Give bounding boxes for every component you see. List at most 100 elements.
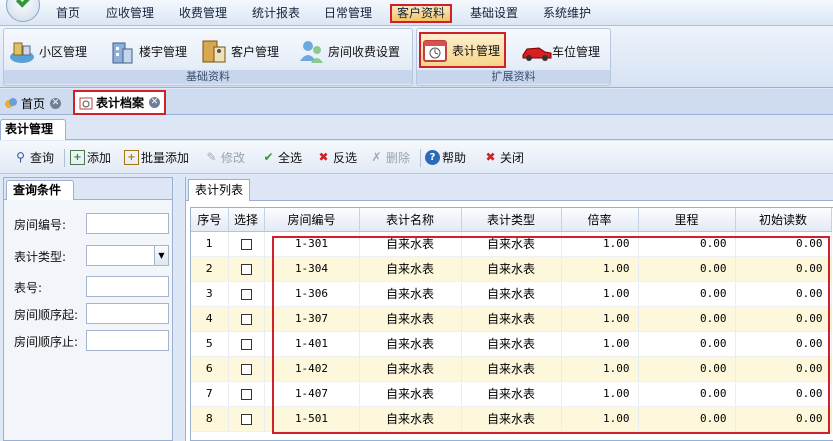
help-icon: ? — [425, 150, 440, 165]
column-header[interactable]: 表计类型 — [461, 208, 562, 232]
toolbar-separator — [64, 149, 65, 167]
menu-system[interactable]: 系统维护 — [537, 4, 597, 23]
row-checkbox[interactable] — [240, 388, 252, 400]
cell-no: 4 — [191, 306, 229, 332]
room-number-input[interactable] — [86, 213, 169, 234]
menu-home[interactable]: 首页 — [50, 4, 86, 23]
panel-tabbar: 表计管理 — [0, 116, 833, 140]
meter-type-select[interactable]: ▼ — [86, 245, 169, 266]
meter-icon — [421, 36, 449, 64]
cell-rate: 1.00 — [561, 306, 639, 332]
cell-no: 6 — [191, 356, 229, 382]
menu-customer-data[interactable]: 客户资料 — [390, 4, 452, 23]
search-button[interactable]: ⚲ 查询 — [13, 149, 54, 166]
tab-meter-list[interactable]: 表计列表 — [188, 179, 250, 201]
table-row[interactable]: 3 1-306 自来水表 自来水表 1.00 0.00 0.00 — [191, 281, 832, 307]
search-icon: ⚲ — [16, 150, 25, 164]
menu-daily[interactable]: 日常管理 — [318, 4, 378, 23]
row-select-cell — [228, 281, 265, 307]
room-fee-button-label: 房间收费设置 — [328, 44, 401, 59]
invert-select-button[interactable]: ✖ 反选 — [316, 149, 357, 166]
room-fee-button[interactable]: 房间收费设置 — [297, 35, 400, 67]
table-header-row: 序号 选择 房间编号 表计名称 表计类型 倍率 里程 初始读数 — [191, 208, 832, 232]
menu-charges[interactable]: 收费管理 — [173, 4, 233, 23]
column-header[interactable]: 序号 — [191, 208, 229, 232]
tab-home-close-icon[interactable]: ✕ — [50, 97, 62, 109]
tab-home[interactable]: 首页 ✕ — [4, 92, 62, 114]
customer-button[interactable]: 客户管理 — [200, 35, 279, 67]
room-number-label: 房间编号: — [14, 218, 67, 232]
chevron-down-icon[interactable]: ▼ — [154, 246, 168, 265]
column-header[interactable]: 选择 — [228, 208, 265, 232]
column-header[interactable]: 里程 — [638, 208, 736, 232]
cell-name: 自来水表 — [359, 331, 462, 357]
meter-number-input[interactable] — [86, 276, 169, 297]
tab-meter-archive[interactable]: 表计档案 ✕ — [73, 90, 167, 115]
cell-mileage: 0.00 — [638, 281, 736, 307]
cell-rate: 1.00 — [561, 331, 639, 357]
cell-type: 自来水表 — [461, 381, 562, 407]
cell-mileage: 0.00 — [638, 331, 736, 357]
edit-button[interactable]: ✎ 修改 — [204, 149, 245, 166]
cell-mileage: 0.00 — [638, 231, 736, 257]
delete-button[interactable]: ✗ 删除 — [369, 149, 410, 166]
cell-type: 自来水表 — [461, 306, 562, 332]
row-select-cell — [228, 306, 265, 332]
column-header[interactable]: 房间编号 — [264, 208, 360, 232]
row-checkbox[interactable] — [240, 263, 252, 275]
invert-select-icon: ✖ — [318, 150, 329, 164]
room-order-start-label: 房间顺序起: — [14, 308, 79, 322]
batch-add-button[interactable]: + 批量添加 — [124, 149, 189, 166]
row-checkbox[interactable] — [240, 238, 252, 250]
delete-button-label: 删除 — [386, 151, 411, 165]
cell-name: 自来水表 — [359, 306, 462, 332]
row-checkbox[interactable] — [240, 363, 252, 375]
cell-room: 1-306 — [264, 281, 360, 307]
community-button[interactable]: 小区管理 — [8, 35, 87, 67]
ribbon: 小区管理 楼宇管理 客户管理 房间收费设置 基础资料 表计管理 车位管理 扩展资… — [0, 26, 833, 88]
row-checkbox[interactable] — [240, 413, 252, 425]
room-order-end-input[interactable] — [86, 330, 169, 351]
room-order-end-label: 房间顺序止: — [14, 335, 79, 349]
cell-type: 自来水表 — [461, 356, 562, 382]
table-row[interactable]: 8 1-501 自来水表 自来水表 1.00 0.00 0.00 — [191, 406, 832, 432]
table-row[interactable]: 7 1-407 自来水表 自来水表 1.00 0.00 0.00 — [191, 381, 832, 407]
table-row[interactable]: 5 1-401 自来水表 自来水表 1.00 0.00 0.00 — [191, 331, 832, 357]
column-header[interactable]: 初始读数 — [735, 208, 832, 232]
table-row[interactable]: 2 1-304 自来水表 自来水表 1.00 0.00 0.00 — [191, 256, 832, 282]
tab-meter-archive-label: 表计档案 — [96, 96, 145, 110]
table-row[interactable]: 4 1-307 自来水表 自来水表 1.00 0.00 0.00 — [191, 306, 832, 332]
meter-management-button[interactable]: 表计管理 — [419, 32, 507, 68]
main-menu-bar: 首页 应收管理 收费管理 统计报表 日常管理 客户资料 基础设置 系统维护 — [0, 0, 833, 26]
panel-splitter[interactable] — [175, 177, 184, 441]
edit-icon: ✎ — [206, 150, 217, 164]
search-button-label: 查询 — [30, 151, 55, 165]
cell-initial: 0.00 — [735, 381, 832, 407]
row-checkbox[interactable] — [240, 288, 252, 300]
menu-basic-settings[interactable]: 基础设置 — [464, 4, 524, 23]
table-row[interactable]: 1 1-301 自来水表 自来水表 1.00 0.00 0.00 — [191, 231, 832, 257]
column-header[interactable]: 倍率 — [561, 208, 639, 232]
row-select-cell — [228, 231, 265, 257]
building-button[interactable]: 楼宇管理 — [108, 35, 187, 67]
cell-rate: 1.00 — [561, 356, 639, 382]
menu-receivable[interactable]: 应收管理 — [100, 4, 160, 23]
cell-type: 自来水表 — [461, 331, 562, 357]
cell-initial: 0.00 — [735, 256, 832, 282]
row-checkbox[interactable] — [240, 313, 252, 325]
menu-reports[interactable]: 统计报表 — [246, 4, 306, 23]
column-header[interactable]: 表计名称 — [359, 208, 462, 232]
select-all-button[interactable]: ✔ 全选 — [261, 149, 302, 166]
help-button[interactable]: ? 帮助 — [425, 149, 466, 166]
table-row[interactable]: 6 1-402 自来水表 自来水表 1.00 0.00 0.00 — [191, 356, 832, 382]
cell-type: 自来水表 — [461, 406, 562, 432]
add-button[interactable]: + 添加 — [70, 149, 111, 166]
room-order-start-input[interactable] — [86, 303, 169, 324]
meter-type-label: 表计类型: — [14, 250, 67, 264]
cell-rate: 1.00 — [561, 256, 639, 282]
tab-meter-archive-close-icon[interactable]: ✕ — [149, 97, 161, 108]
row-checkbox[interactable] — [240, 338, 252, 350]
close-button[interactable]: ✖ 关闭 — [483, 149, 524, 166]
parking-button[interactable]: 车位管理 — [521, 35, 600, 67]
room-fee-icon — [297, 37, 325, 65]
